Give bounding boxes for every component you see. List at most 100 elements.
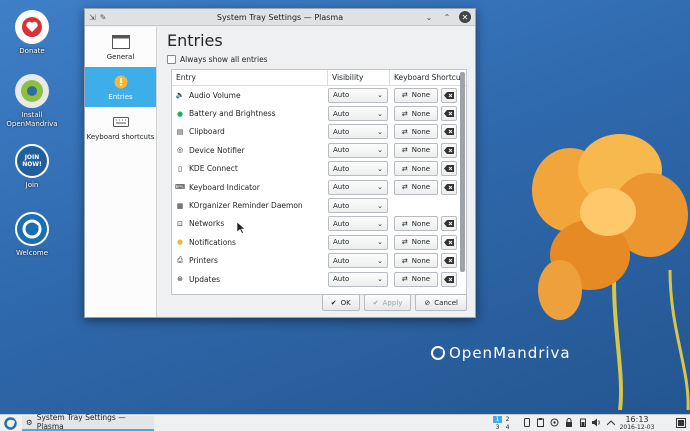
shortcut-button[interactable]: ⇄ None xyxy=(394,142,438,158)
network-icon: ⊡ xyxy=(177,219,183,228)
pager-desktop-1[interactable]: 1 xyxy=(493,416,502,423)
desktop-icon-donate[interactable]: Donate xyxy=(6,10,58,56)
shortcut-button[interactable]: ⇄ None xyxy=(394,216,438,232)
shortcut-button[interactable]: ⇄ None xyxy=(394,87,438,103)
visibility-cell: Auto ⌄ xyxy=(328,141,390,159)
desktop-icon-install[interactable]: Install OpenMandriva xyxy=(6,74,58,129)
show-desktop-icon[interactable] xyxy=(676,418,686,428)
table-row[interactable]: ⎙ Printers Auto ⌄ ⇄ None xyxy=(172,252,466,270)
shortcut-button[interactable]: ⇄ None xyxy=(394,253,438,269)
table-row[interactable]: 🔈 Audio Volume Auto ⌄ ⇄ None xyxy=(172,86,466,104)
visibility-select[interactable]: Auto ⌄ xyxy=(328,179,388,195)
visibility-select[interactable]: Auto ⌄ xyxy=(328,216,388,232)
chevron-down-icon: ⌄ xyxy=(377,183,383,192)
shortcut-value: None xyxy=(411,164,431,173)
phone-icon[interactable] xyxy=(522,418,531,427)
lock-icon[interactable] xyxy=(564,418,573,427)
shortcut-button[interactable]: ⇄ None xyxy=(394,234,438,250)
pager-desktop-2[interactable]: 2 xyxy=(503,416,512,423)
shortcut-button[interactable]: ⇄ None xyxy=(394,124,438,140)
desktop-icon-welcome[interactable]: Welcome xyxy=(6,212,58,258)
clear-shortcut-button[interactable] xyxy=(441,124,457,140)
shortcut-button[interactable]: ⇄ None xyxy=(394,179,438,195)
chevron-down-icon: ⌄ xyxy=(377,91,383,100)
clear-shortcut-button[interactable] xyxy=(441,106,457,122)
pager-desktop-4[interactable]: 4 xyxy=(503,424,512,431)
application-launcher-icon[interactable] xyxy=(2,415,18,431)
visibility-select[interactable]: Auto ⌄ xyxy=(328,87,388,103)
join-badge-text: JOIN NOW! xyxy=(22,154,42,168)
pager-desktop-3[interactable]: 3 xyxy=(493,424,502,431)
visibility-select[interactable]: Auto ⌄ xyxy=(328,142,388,158)
visibility-select[interactable]: Auto ⌄ xyxy=(328,234,388,250)
ok-button[interactable]: ✔ OK xyxy=(321,294,360,311)
table-scrollbar[interactable] xyxy=(460,72,465,272)
page-title: Entries xyxy=(167,31,223,50)
clear-shortcut-button[interactable] xyxy=(441,161,457,177)
chevron-down-icon: ⌄ xyxy=(377,275,383,284)
visibility-cell: Auto ⌄ xyxy=(328,252,390,270)
shortcut-button[interactable]: ⇄ None xyxy=(394,106,438,122)
sidebar-item-general[interactable]: General xyxy=(85,27,156,67)
shortcut-button[interactable]: ⇄ None xyxy=(394,271,438,287)
window-titlebar[interactable]: ⇲ ✎ System Tray Settings — Plasma ⌄ ⌃ ✕ xyxy=(85,9,475,26)
table-row[interactable]: ● Notifications Auto ⌄ ⇄ None xyxy=(172,233,466,251)
device-notifier-icon[interactable] xyxy=(550,418,559,427)
clipboard-icon[interactable] xyxy=(536,418,545,427)
column-header-shortcut[interactable]: Keyboard Shortcut xyxy=(390,70,464,85)
clear-shortcut-button[interactable] xyxy=(441,271,457,287)
maximize-icon[interactable]: ⌃ xyxy=(441,11,453,23)
always-show-toggle[interactable]: Always show all entries xyxy=(167,55,467,64)
table-row[interactable]: ⊛ Updates Auto ⌄ ⇄ None xyxy=(172,270,466,288)
close-icon[interactable]: ✕ xyxy=(459,11,471,23)
table-row[interactable]: ▦ KOrganizer Reminder Daemon Auto ⌄ xyxy=(172,196,466,214)
apply-button[interactable]: ✔ Apply xyxy=(363,294,412,311)
volume-icon[interactable] xyxy=(592,418,601,427)
visibility-cell: Auto ⌄ xyxy=(328,178,390,196)
desktop-icon-join[interactable]: JOIN NOW! Join xyxy=(6,144,58,190)
table-row[interactable]: ● Battery and Brightness Auto ⌄ ⇄ None xyxy=(172,104,466,122)
table-row[interactable]: ⌨ Keyboard Indicator Auto ⌄ ⇄ None xyxy=(172,178,466,196)
visibility-select[interactable]: Auto ⌄ xyxy=(328,161,388,177)
visibility-select[interactable]: Auto ⌄ xyxy=(328,124,388,140)
clear-shortcut-button[interactable] xyxy=(441,234,457,250)
always-show-checkbox[interactable] xyxy=(167,55,176,64)
table-row[interactable]: ▯ KDE Connect Auto ⌄ ⇄ None xyxy=(172,160,466,178)
column-header-entry[interactable]: Entry xyxy=(172,70,328,85)
shortcut-button[interactable]: ⇄ None xyxy=(394,161,438,177)
visibility-select[interactable]: Auto ⌄ xyxy=(328,271,388,287)
shortcut-value: None xyxy=(411,127,431,136)
visibility-value: Auto xyxy=(333,146,350,155)
shortcut-icon: ⇄ xyxy=(401,127,408,136)
task-system-tray-settings[interactable]: ⚙ System Tray Settings — Plasma xyxy=(22,413,154,431)
clear-shortcut-button[interactable] xyxy=(441,179,457,195)
shortcut-value: None xyxy=(411,183,431,192)
mouse-pointer-icon xyxy=(237,222,245,234)
clear-shortcut-button[interactable] xyxy=(441,253,457,269)
task-label: System Tray Settings — Plasma xyxy=(36,413,126,431)
table-row[interactable]: ▤ Clipboard Auto ⌄ ⇄ None xyxy=(172,123,466,141)
entry-name: Updates xyxy=(189,274,221,284)
entry-cell: ● Battery and Brightness xyxy=(172,104,328,122)
table-row[interactable]: ⊡ Networks Auto ⌄ ⇄ None xyxy=(172,215,466,233)
heart-icon xyxy=(15,10,49,44)
battery-icon[interactable] xyxy=(578,418,587,427)
visibility-cell: Auto ⌄ xyxy=(328,270,390,288)
table-row[interactable]: ◎ Device Notifier Auto ⌄ ⇄ None xyxy=(172,141,466,159)
cancel-button[interactable]: ⊘ Cancel xyxy=(415,294,467,311)
sidebar-item-keyboard-shortcuts[interactable]: Keyboard shortcuts xyxy=(85,107,156,147)
visibility-select[interactable]: Auto ⌄ xyxy=(328,106,388,122)
visibility-select[interactable]: Auto ⌄ xyxy=(328,198,388,214)
clear-shortcut-button[interactable] xyxy=(441,87,457,103)
virtual-desktop-pager[interactable]: 1 2 3 4 xyxy=(493,416,512,431)
minimize-icon[interactable]: ⌄ xyxy=(423,11,435,23)
column-header-visibility[interactable]: Visibility xyxy=(328,70,390,85)
visibility-select[interactable]: Auto ⌄ xyxy=(328,253,388,269)
sidebar-item-entries[interactable]: Entries xyxy=(85,67,156,107)
join-badge-icon: JOIN NOW! xyxy=(15,144,49,178)
digital-clock[interactable]: 16:13 2016-12-03 xyxy=(612,415,662,431)
info-icon xyxy=(111,74,131,90)
clear-shortcut-button[interactable] xyxy=(441,216,457,232)
openmandriva-logo-icon xyxy=(15,212,49,246)
clear-shortcut-button[interactable] xyxy=(441,142,457,158)
